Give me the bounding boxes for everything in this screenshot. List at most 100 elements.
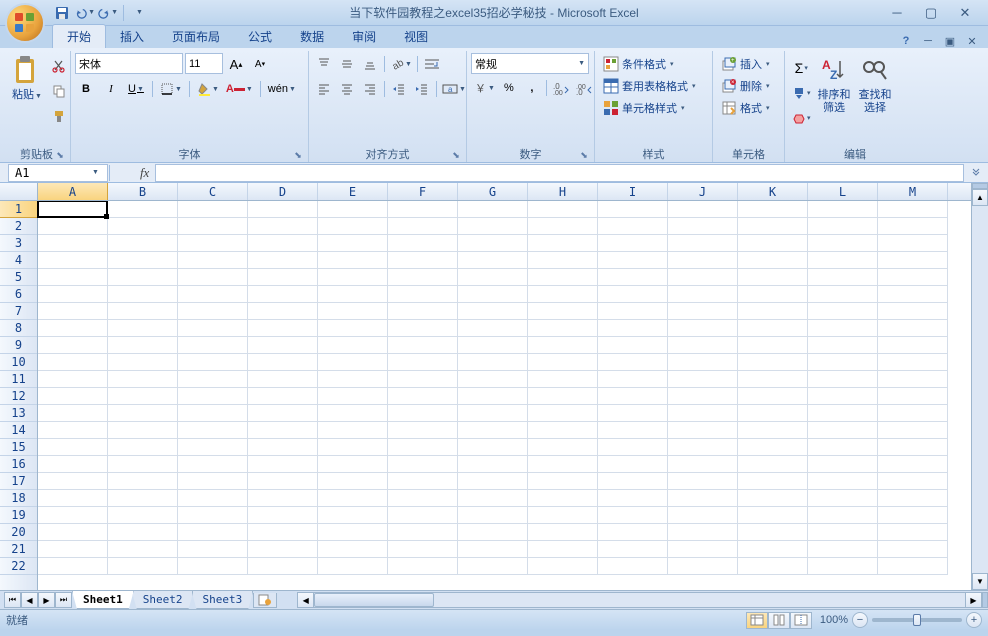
cell[interactable] — [318, 337, 388, 354]
number-format-combo[interactable]: 常规▼ — [471, 53, 589, 74]
select-all-corner[interactable] — [0, 183, 38, 200]
cell[interactable] — [248, 558, 318, 575]
cell[interactable] — [318, 354, 388, 371]
cell[interactable] — [668, 541, 738, 558]
zoom-slider[interactable] — [872, 618, 962, 622]
clear-button[interactable]: ▾ — [790, 107, 813, 129]
cell[interactable] — [598, 541, 668, 558]
next-sheet-button[interactable]: ▶ — [38, 592, 55, 608]
cell[interactable] — [248, 235, 318, 252]
cell[interactable] — [598, 507, 668, 524]
cell[interactable] — [668, 490, 738, 507]
cell[interactable] — [878, 456, 948, 473]
column-header[interactable]: B — [108, 183, 178, 200]
cell[interactable] — [248, 422, 318, 439]
column-header[interactable]: J — [668, 183, 738, 200]
column-header[interactable]: G — [458, 183, 528, 200]
office-button[interactable] — [5, 3, 45, 43]
cell[interactable] — [318, 439, 388, 456]
cell[interactable] — [738, 337, 808, 354]
row-header[interactable]: 17 — [0, 473, 37, 490]
cell[interactable] — [388, 422, 458, 439]
first-sheet-button[interactable]: ⏮ — [4, 592, 21, 608]
undo-button[interactable]: ▼ — [75, 3, 95, 23]
cut-button[interactable] — [48, 55, 70, 77]
insert-cells-button[interactable]: +插入▾ — [717, 53, 774, 75]
cell[interactable] — [528, 473, 598, 490]
cell[interactable] — [598, 422, 668, 439]
row-header[interactable]: 8 — [0, 320, 37, 337]
cell[interactable] — [108, 558, 178, 575]
cell[interactable] — [668, 286, 738, 303]
cell[interactable] — [38, 201, 108, 218]
zoom-in-button[interactable]: + — [966, 612, 982, 628]
cell[interactable] — [808, 490, 878, 507]
cell[interactable] — [38, 388, 108, 405]
cell[interactable] — [738, 218, 808, 235]
cell[interactable] — [528, 405, 598, 422]
cell[interactable] — [598, 201, 668, 218]
cell[interactable] — [178, 201, 248, 218]
cell[interactable] — [528, 269, 598, 286]
tab-view[interactable]: 视图 — [390, 25, 442, 48]
cell[interactable] — [878, 201, 948, 218]
cell[interactable] — [318, 303, 388, 320]
cell[interactable] — [528, 235, 598, 252]
cell[interactable] — [178, 218, 248, 235]
row-header[interactable]: 7 — [0, 303, 37, 320]
cell[interactable] — [458, 337, 528, 354]
cell[interactable] — [318, 473, 388, 490]
cell[interactable] — [458, 235, 528, 252]
cell[interactable] — [668, 558, 738, 575]
cell[interactable] — [178, 439, 248, 456]
save-button[interactable] — [52, 3, 72, 23]
row-header[interactable]: 4 — [0, 252, 37, 269]
cell[interactable] — [178, 235, 248, 252]
zoom-level[interactable]: 100% — [820, 614, 848, 626]
column-header[interactable]: M — [878, 183, 948, 200]
find-select-button[interactable]: 查找和 选择 — [855, 53, 896, 117]
cell[interactable] — [108, 303, 178, 320]
cell[interactable] — [388, 303, 458, 320]
cell[interactable] — [248, 456, 318, 473]
cell[interactable] — [388, 507, 458, 524]
cell[interactable] — [668, 388, 738, 405]
page-layout-view-button[interactable] — [768, 612, 790, 629]
row-header[interactable]: 16 — [0, 456, 37, 473]
cell[interactable] — [38, 354, 108, 371]
sheet-tab[interactable]: Sheet2 — [132, 591, 194, 609]
help-button[interactable]: ? — [898, 34, 914, 48]
cell[interactable] — [808, 371, 878, 388]
cell[interactable] — [808, 456, 878, 473]
cell[interactable] — [598, 473, 668, 490]
normal-view-button[interactable] — [746, 612, 768, 629]
cell[interactable] — [248, 524, 318, 541]
cell[interactable] — [108, 405, 178, 422]
cell[interactable] — [738, 490, 808, 507]
cell[interactable] — [738, 286, 808, 303]
cell[interactable] — [38, 439, 108, 456]
font-color-button[interactable]: A▼ — [224, 78, 255, 100]
font-launcher[interactable]: ⬊ — [292, 149, 304, 161]
align-top-button[interactable] — [313, 53, 335, 75]
doc-minimize[interactable]: ─ — [920, 34, 936, 48]
cell[interactable] — [738, 405, 808, 422]
cell[interactable] — [388, 439, 458, 456]
wrap-text-button[interactable] — [421, 53, 443, 75]
cell[interactable] — [388, 252, 458, 269]
accounting-format-button[interactable]: ￥▼ — [471, 77, 497, 99]
cell[interactable] — [668, 354, 738, 371]
cell[interactable] — [808, 201, 878, 218]
tab-insert[interactable]: 插入 — [106, 25, 158, 48]
cell[interactable] — [458, 558, 528, 575]
cell[interactable] — [738, 201, 808, 218]
fill-button[interactable]: ▾ — [790, 82, 813, 104]
cell[interactable] — [808, 405, 878, 422]
cell[interactable] — [248, 303, 318, 320]
cell[interactable] — [318, 371, 388, 388]
cell[interactable] — [528, 354, 598, 371]
cell[interactable] — [38, 371, 108, 388]
cell[interactable] — [388, 541, 458, 558]
cell[interactable] — [598, 337, 668, 354]
cell[interactable] — [668, 473, 738, 490]
